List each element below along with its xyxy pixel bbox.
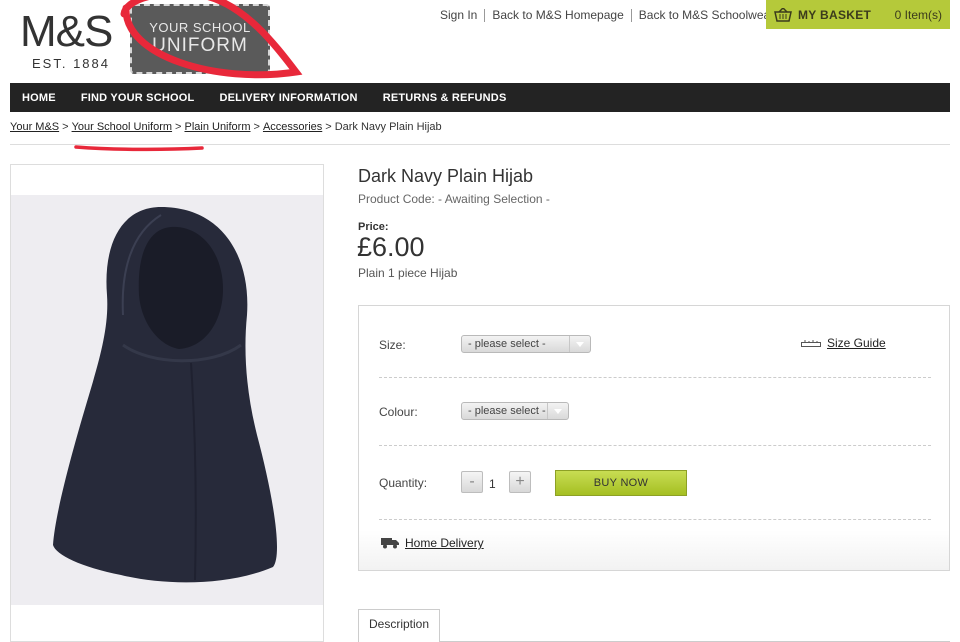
size-select[interactable]: - please select - [461,335,591,353]
homepage-link[interactable]: Back to M&S Homepage [485,9,632,22]
breadcrumb-school-uniform[interactable]: Your School Uniform [72,121,172,133]
quantity-value[interactable]: 1 [489,477,496,491]
main-nav: HOME FIND YOUR SCHOOL DELIVERY INFORMATI… [10,83,950,112]
nav-delivery-information[interactable]: DELIVERY INFORMATION [206,92,369,104]
top-links: Sign In Back to M&S Homepage Back to M&S… [440,9,781,22]
product-options-panel: Size: - please select - Size Guide Colou… [358,305,950,571]
price-value: £6.00 [357,232,425,262]
sign-in-link[interactable]: Sign In [440,9,486,22]
quantity-label: Quantity: [379,476,428,490]
breadcrumb: Your M&S > Your School Uniform > Plain Unifo… [10,121,442,133]
product-image[interactable] [10,164,324,642]
hijab-image [53,207,278,583]
red-annotation-underline [74,145,204,152]
size-guide-label: Size Guide [827,336,886,350]
colour-select-value: - please select - [468,405,546,417]
truck-icon [381,538,399,549]
product-code: Product Code: - Awaiting Selection - [358,192,550,206]
product-short-description: Plain 1 piece Hijab [358,266,458,280]
chevron-down-icon [569,336,590,352]
chevron-down-icon [547,403,568,419]
size-select-value: - please select - [468,338,546,350]
tab-description[interactable]: Description [358,609,440,642]
colour-label: Colour: [379,405,418,419]
basket-button[interactable]: MY BASKET 0 Item(s) [766,0,950,29]
buy-now-button[interactable]: BUY NOW [555,470,687,496]
basket-icon [774,7,792,22]
divider-dashed [379,377,931,378]
red-annotation-circle [120,0,303,79]
size-label: Size: [379,338,406,352]
nav-returns-refunds[interactable]: RETURNS & REFUNDS [370,92,519,104]
colour-select[interactable]: - please select - [461,402,569,420]
nav-home[interactable]: HOME [10,92,68,104]
home-delivery-link[interactable]: Home Delivery [381,536,484,550]
divider-dashed [379,519,931,520]
ruler-icon [801,340,821,347]
breadcrumb-plain-uniform[interactable]: Plain Uniform [184,121,250,133]
basket-count: 0 Item(s) [894,7,942,22]
home-delivery-label: Home Delivery [405,536,484,550]
product-title: Dark Navy Plain Hijab [358,166,534,186]
breadcrumb-accessories[interactable]: Accessories [263,121,322,133]
schoolwear-link[interactable]: Back to M&S Schoolwear [632,9,781,22]
quantity-plus-button[interactable]: + [509,471,531,493]
divider-dashed [379,445,931,446]
quantity-minus-button[interactable]: - [461,471,483,493]
nav-find-your-school[interactable]: FIND YOUR SCHOOL [68,92,207,104]
basket-title: MY BASKET [798,7,872,22]
breadcrumb-your-ms[interactable]: Your M&S [10,121,59,133]
breadcrumb-current: Dark Navy Plain Hijab [334,121,442,133]
size-guide-link[interactable]: Size Guide [801,336,886,350]
